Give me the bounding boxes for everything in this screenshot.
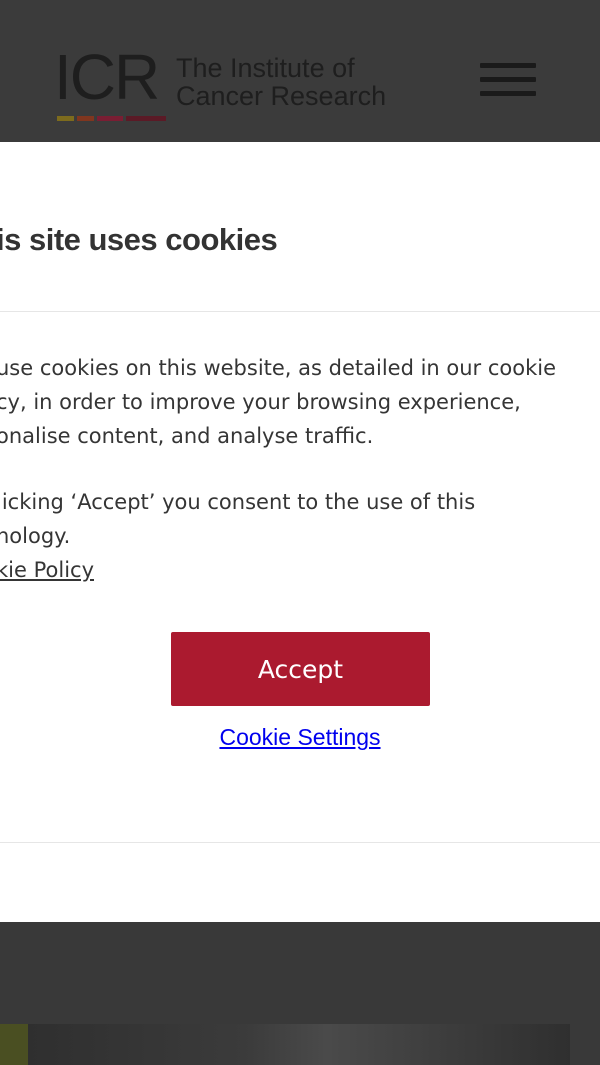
cookie-settings-link[interactable]: Cookie Settings (0, 724, 600, 751)
logo-line-1: The Institute of (176, 53, 355, 83)
logo-bar (57, 116, 74, 121)
logo-bar (77, 116, 94, 121)
logo-mark: ICR (54, 41, 160, 113)
accept-button[interactable]: Accept (171, 632, 430, 706)
cookie-dialog-body: use cookies on this website, as detailed… (0, 351, 600, 619)
logo-bar (126, 116, 166, 121)
body-line: onalise content, and analyse traffic. (0, 424, 374, 448)
logo-line-2: Cancer Research (176, 81, 387, 111)
cookie-description: use cookies on this website, as detailed… (0, 351, 600, 453)
consent-statement: licking ‘Accept’ you consent to the use … (0, 485, 600, 587)
consent-line: nology. (0, 524, 71, 548)
body-line: use cookies on this website, as detailed… (0, 356, 557, 380)
logo-bar (97, 116, 123, 121)
hamburger-menu-icon[interactable] (480, 63, 536, 99)
site-header: ICR The Institute of Cancer Research (0, 0, 600, 142)
cookie-dialog-title: is site uses cookies (0, 222, 278, 257)
hero-image (28, 1024, 570, 1065)
divider (0, 311, 600, 312)
logo-wordmark: The Institute of Cancer Research (176, 54, 386, 110)
consent-line: licking ‘Accept’ you consent to the use … (0, 490, 476, 514)
cookie-consent-dialog: is site uses cookies use cookies on this… (0, 142, 600, 922)
hero-accent-strip (0, 1024, 28, 1065)
logo-color-bars (57, 116, 166, 121)
cookie-policy-link[interactable]: kie Policy (0, 553, 94, 587)
divider (0, 842, 600, 843)
body-line: cy, in order to improve your browsing ex… (0, 390, 521, 414)
icr-logo[interactable]: ICR The Institute of Cancer Research (54, 45, 414, 125)
